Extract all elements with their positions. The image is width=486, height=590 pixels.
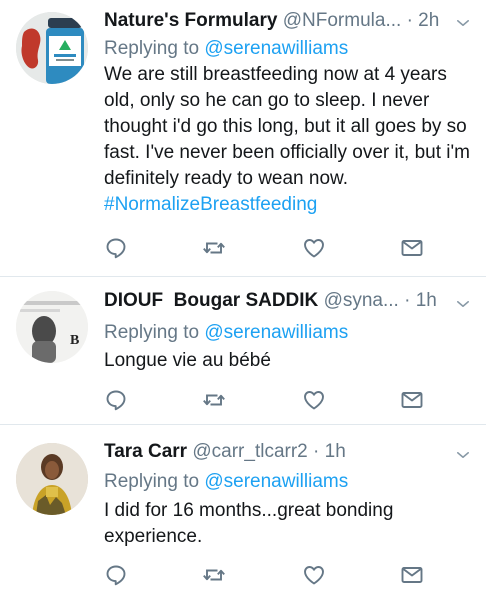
replying-to: Replying to @serenawilliams [104,320,348,346]
retweet-icon[interactable] [202,388,226,412]
avatar[interactable] [16,12,88,84]
reply-icon[interactable] [104,388,128,412]
replying-to-label: Replying to [104,322,200,343]
hashtag-link[interactable]: #NormalizeBreastfeeding [104,194,317,215]
tweet-actions [104,563,434,589]
display-name[interactable]: Tara Carr [104,441,187,462]
like-icon[interactable] [302,388,326,412]
message-icon[interactable] [400,563,424,587]
tweet-text-content: I did for 16 months...great bonding expe… [104,500,394,547]
person-avatar-image [16,443,88,515]
mention-link[interactable]: @serenawilliams [204,322,348,343]
tweet-text: Longue vie au bébé [104,348,474,374]
replying-to: Replying to @serenawilliams [104,469,348,495]
user-handle[interactable]: @carr_tlcarr2 [192,441,307,462]
separator-dot: · [313,441,325,462]
timestamp[interactable]: 1h [325,441,346,462]
replying-to: Replying to @serenawilliams [104,36,348,62]
tweet[interactable]: Nature's Formulary @NFormula... · 2h Rep… [0,0,486,276]
tweet[interactable]: B DIOUF Bougar SADDIK @syna... · 1h Repl… [0,277,486,424]
tweet[interactable]: Tara Carr @carr_tlcarr2 · 1h Replying to… [0,425,486,590]
mention-link[interactable]: @serenawilliams [204,471,348,492]
display-name[interactable]: DIOUF Bougar SADDIK [104,290,318,311]
tweet-header: Nature's Formulary @NFormula... · 2h [104,8,442,34]
like-icon[interactable] [302,563,326,587]
message-icon[interactable] [400,236,424,260]
tweet-text-content: We are still breastfeeding now at 4 year… [104,64,470,189]
tweet-text: We are still breastfeeding now at 4 year… [104,62,474,218]
tweet-actions [104,236,434,262]
avatar-letter: B [70,333,80,348]
separator-dot: · [404,290,416,311]
message-icon[interactable] [400,388,424,412]
separator-dot: · [406,10,419,31]
chevron-down-icon[interactable] [454,295,472,313]
timestamp[interactable]: 2h [418,10,439,31]
chevron-down-icon[interactable] [454,446,472,464]
person-avatar-image [16,291,88,363]
tweet-header: DIOUF Bougar SADDIK @syna... · 1h [104,288,442,314]
user-handle[interactable]: @NFormula... [283,10,402,31]
reply-icon[interactable] [104,236,128,260]
mention-link[interactable]: @serenawilliams [204,38,348,59]
avatar[interactable] [16,443,88,515]
like-icon[interactable] [302,236,326,260]
timestamp[interactable]: 1h [416,290,437,311]
chevron-down-icon[interactable] [454,14,472,32]
product-avatar-image [16,12,88,84]
tweet-header: Tara Carr @carr_tlcarr2 · 1h [104,439,442,465]
replying-to-label: Replying to [104,471,200,492]
user-handle[interactable]: @syna... [324,290,399,311]
avatar[interactable]: B [16,291,88,363]
retweet-icon[interactable] [202,236,226,260]
display-name[interactable]: Nature's Formulary [104,10,277,31]
retweet-icon[interactable] [202,563,226,587]
tweet-text-content: Longue vie au bébé [104,350,271,371]
replying-to-label: Replying to [104,38,200,59]
tweet-actions [104,388,434,414]
reply-icon[interactable] [104,563,128,587]
tweet-text: I did for 16 months...great bonding expe… [104,498,474,550]
